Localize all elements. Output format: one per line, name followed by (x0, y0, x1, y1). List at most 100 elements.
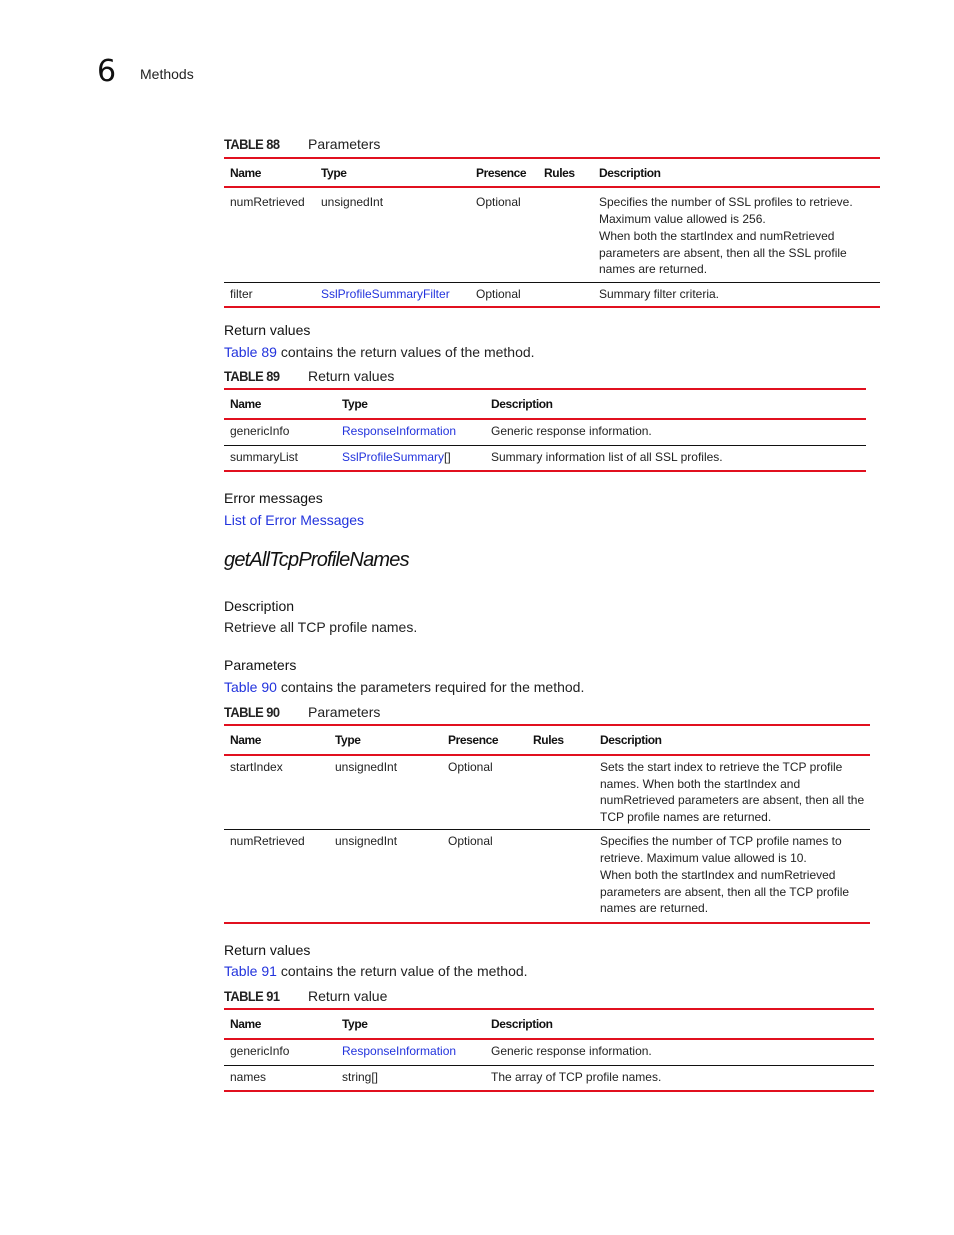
table-90-link[interactable]: Table 90 (224, 679, 277, 695)
table-title: Parameters (308, 704, 381, 720)
error-messages-link[interactable]: List of Error Messages (224, 512, 364, 528)
table-title: Return value (308, 988, 388, 1004)
column-header: Rules (544, 165, 575, 180)
param-description: Sets the start index to retrieve the TCP… (594, 755, 870, 830)
return-description: Generic response information. (491, 1044, 652, 1058)
description-paragraph: When both the startIndex and numRetrieve… (600, 868, 850, 915)
table-header-row: Name Type Description (224, 389, 866, 419)
table-91-link[interactable]: Table 91 (224, 963, 277, 979)
chapter-title: Methods (140, 66, 194, 82)
table-89-caption: TABLE 89 Return values (224, 367, 394, 385)
description-paragraph: Sets the start index to retrieve the TCP… (600, 760, 865, 824)
column-header: Type (321, 165, 347, 180)
column-header: Name (230, 733, 262, 747)
description-paragraph: Specifies the number of SSL profiles to … (599, 195, 853, 226)
param-presence: Optional (448, 834, 493, 848)
table-label: TABLE 91 (224, 988, 280, 1004)
table-89: Name Type Description genericInfo Respon… (224, 388, 866, 472)
param-name: startIndex (230, 760, 283, 774)
table-row: startIndex unsignedInt Optional Sets the… (224, 755, 870, 830)
description-paragraph: Summary filter criteria. (599, 286, 720, 301)
return-values-intro: Table 91 contains the return value of th… (224, 962, 528, 980)
table-header-row: Name Type Presence Rules Description (224, 725, 870, 755)
param-description: Specifies the number of SSL profiles to … (593, 187, 880, 282)
return-values-intro: Table 89 contains the return values of t… (224, 343, 535, 361)
column-header: Description (599, 165, 661, 180)
table-label: TABLE 90 (224, 704, 280, 720)
param-type: unsignedInt (321, 195, 384, 209)
table-row: genericInfo ResponseInformation Generic … (224, 1039, 874, 1065)
table-header-row: Name Type Description (224, 1009, 874, 1039)
return-type: ResponseInformation (336, 419, 485, 445)
method-description: Retrieve all TCP profile names. (224, 619, 418, 635)
return-description: The array of TCP profile names. (491, 1069, 662, 1084)
return-description: Summary information list of all SSL prof… (491, 449, 723, 464)
table-88: Name Type Presence Rules Description num… (224, 157, 880, 308)
param-description: Summary filter criteria. (593, 282, 880, 307)
column-header: Rules (533, 733, 564, 747)
intro-text: contains the parameters required for the… (276, 679, 585, 695)
table-row: names string[] The array of TCP profile … (224, 1065, 874, 1091)
table-title: Return values (308, 368, 395, 384)
param-type: SslProfileSummaryFilter (315, 282, 470, 307)
table-90: Name Type Presence Rules Description sta… (224, 724, 870, 924)
param-rules (527, 830, 594, 923)
table-header-row: Name Type Presence Rules Description (224, 158, 880, 187)
type-suffix: [] (444, 449, 451, 464)
table-label: TABLE 88 (224, 136, 280, 152)
type-link[interactable]: ResponseInformation (342, 424, 456, 438)
section-heading-error-messages: Error messages (224, 490, 323, 506)
return-type: SslProfileSummary[] (336, 445, 485, 471)
table-row: numRetrieved unsignedInt Optional Specif… (224, 187, 880, 282)
column-header: Description (600, 733, 662, 747)
param-presence: Optional (448, 760, 493, 774)
return-type: ResponseInformation (336, 1039, 485, 1065)
param-rules (538, 282, 593, 307)
param-description: Specifies the number of TCP profile name… (594, 830, 870, 923)
return-description: Generic response information. (491, 424, 652, 438)
column-header: Name (230, 397, 262, 411)
column-header: Type (342, 397, 368, 411)
param-type: unsignedInt (335, 760, 398, 774)
param-name: numRetrieved (230, 195, 305, 209)
table-90-caption: TABLE 90 Parameters (224, 703, 380, 721)
table-title: Parameters (308, 136, 381, 152)
table-row: genericInfo ResponseInformation Generic … (224, 419, 866, 445)
type-link[interactable]: SslProfileSummaryFilter (321, 287, 450, 301)
type-link[interactable]: SslProfileSummary (342, 450, 444, 464)
table-88-caption: TABLE 88 Parameters (224, 135, 380, 153)
parameters-intro: Table 90 contains the parameters require… (224, 678, 584, 696)
column-header: Type (335, 733, 361, 747)
param-type: unsignedInt (335, 834, 398, 848)
intro-text: contains the return values of the method… (276, 344, 535, 360)
section-heading-return-values: Return values (224, 322, 311, 338)
table-label: TABLE 89 (224, 368, 280, 384)
section-heading-description: Description (224, 598, 295, 614)
description-paragraph: Specifies the number of TCP profile name… (600, 834, 842, 865)
table-row: summaryList SslProfileSummary[] Summary … (224, 445, 866, 471)
column-header: Type (342, 1017, 368, 1031)
error-messages-line: List of Error Messages (224, 511, 364, 529)
param-rules (538, 187, 593, 282)
return-name: names (230, 1069, 267, 1084)
column-header: Name (230, 165, 262, 180)
table-91: Name Type Description genericInfo Respon… (224, 1008, 874, 1092)
table-row: numRetrieved unsignedInt Optional Specif… (224, 830, 870, 923)
type-link[interactable]: ResponseInformation (342, 1044, 456, 1058)
param-presence: Optional (476, 195, 521, 209)
param-name: filter (230, 286, 253, 301)
chapter-number: 6 (97, 54, 117, 89)
table-89-link[interactable]: Table 89 (224, 344, 277, 360)
section-heading-return-values: Return values (224, 942, 311, 958)
table-row: filter SslProfileSummaryFilter Optional … (224, 282, 880, 307)
type-text: string[] (342, 1069, 379, 1084)
param-name: numRetrieved (230, 834, 305, 848)
return-type: string[] (336, 1065, 485, 1091)
param-rules (527, 755, 594, 830)
description-paragraph: When both the startIndex and numRetrieve… (599, 229, 847, 276)
intro-text: contains the return value of the method. (276, 963, 528, 979)
column-header: Description (491, 397, 553, 411)
column-header: Name (230, 1017, 262, 1031)
return-name: genericInfo (230, 424, 290, 438)
return-name: summaryList (230, 449, 299, 464)
